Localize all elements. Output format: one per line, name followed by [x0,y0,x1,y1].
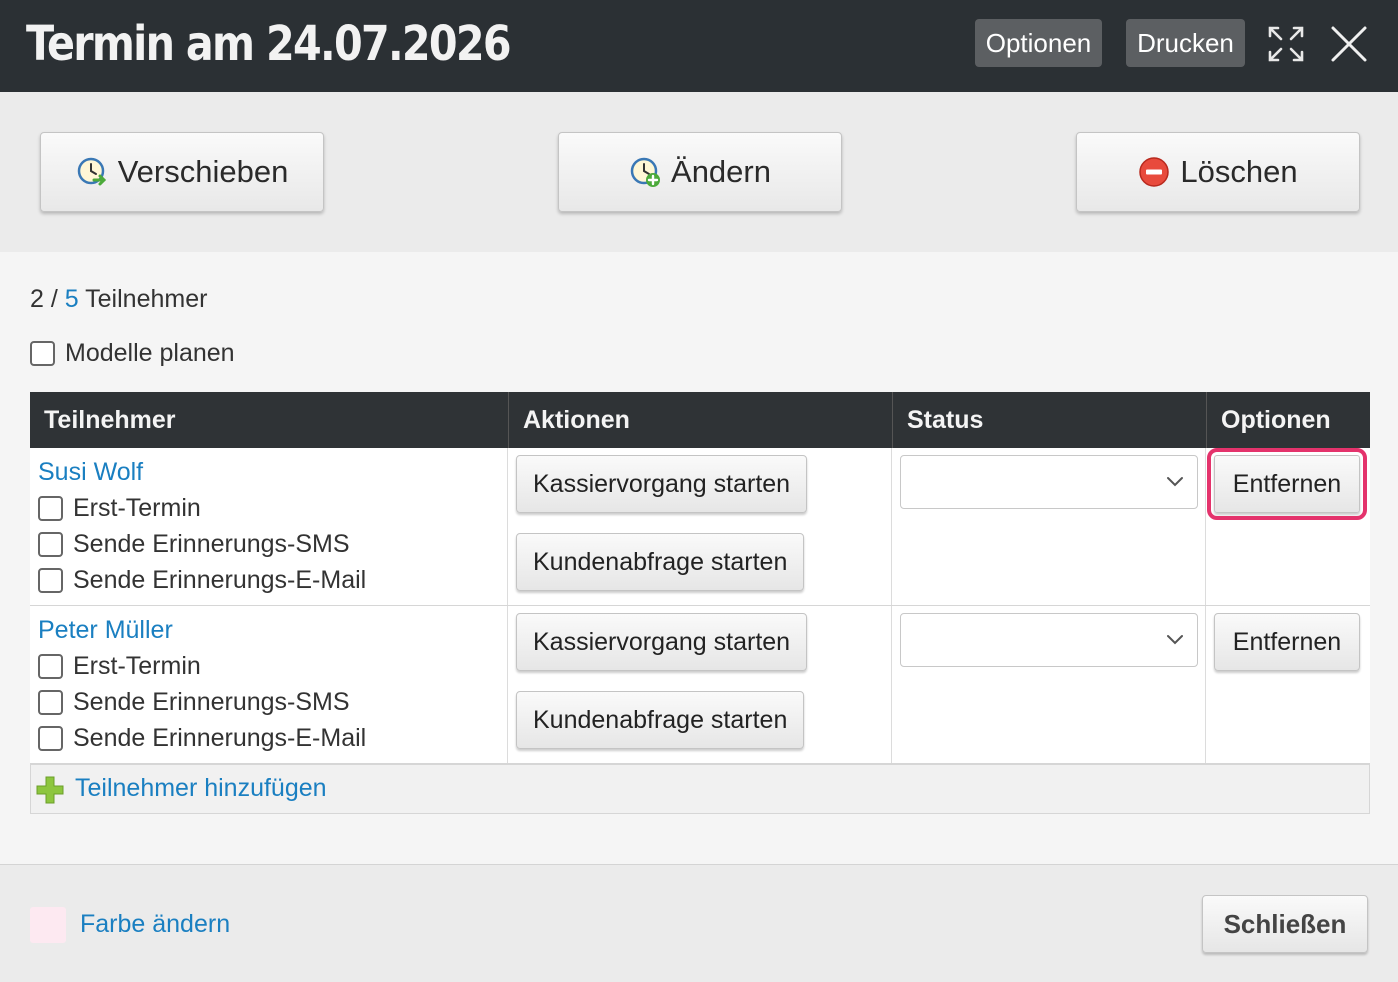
add-participant-link[interactable]: Teilnehmer hinzufügen [75,774,327,803]
start-customer-query-button[interactable]: Kundenabfrage starten [516,691,805,749]
dialog-footer: Farbe ändern Schließen [0,864,1398,982]
option-label: Sende Erinnerungs-SMS [73,530,350,558]
action-toolbar: Verschieben Ändern Löschen [0,92,1398,252]
participant-count: 2 / 5 Teilnehmer [30,285,207,314]
expand-icon[interactable] [1266,24,1306,64]
option-label: Erst-Termin [73,652,201,680]
print-button[interactable]: Drucken [1126,19,1245,67]
reminder-email-checkbox[interactable] [38,726,63,751]
first-appointment-checkbox[interactable] [38,496,63,521]
chevron-down-icon [1167,477,1183,487]
start-customer-query-button[interactable]: Kundenabfrage starten [516,533,805,591]
clock-plus-icon [630,157,661,187]
reminder-email-option: Sende Erinnerungs-E-Mail [38,724,366,753]
remove-participant-button[interactable]: Entfernen [1207,448,1367,520]
remove-participant-button[interactable]: Entfernen [1214,613,1360,671]
start-checkout-button[interactable]: Kassiervorgang starten [516,613,808,671]
plan-models-option: Modelle planen [30,339,235,368]
change-button[interactable]: Ändern [558,132,842,212]
change-color-link[interactable]: Farbe ändern [80,910,230,939]
reminder-sms-option: Sende Erinnerungs-SMS [38,530,350,559]
participant-name-link[interactable]: Susi Wolf [38,458,143,487]
reminder-sms-checkbox[interactable] [38,690,63,715]
plan-models-checkbox[interactable] [30,341,55,366]
close-dialog-button[interactable]: Schließen [1202,895,1368,953]
participant-name-link[interactable]: Peter Müller [38,616,173,645]
change-button-label: Ändern [671,154,771,189]
header-options: Optionen [1221,406,1331,434]
participant-count-total[interactable]: 5 [65,285,79,313]
dialog-header: Termin am 24.07.2026 Optionen Drucken [0,0,1398,92]
reminder-email-checkbox[interactable] [38,568,63,593]
dialog-title: Termin am 24.07.2026 [26,16,512,72]
reminder-sms-checkbox[interactable] [38,532,63,557]
header-participant: Teilnehmer [30,392,509,448]
participant-count-separator: / [43,285,65,313]
table-row: Susi Wolf Erst-Termin Sende Erinnerungs-… [30,448,1370,606]
clock-arrow-icon [77,157,106,186]
option-label: Sende Erinnerungs-E-Mail [73,724,367,752]
shift-button[interactable]: Verschieben [40,132,324,212]
header-status: Status [893,392,1207,448]
add-participant-row[interactable]: Teilnehmer hinzufügen [30,764,1370,814]
plan-models-label: Modelle planen [65,339,235,367]
option-label: Sende Erinnerungs-SMS [73,688,350,716]
delete-button[interactable]: Löschen [1076,132,1360,212]
delete-button-label: Löschen [1180,154,1298,189]
participant-count-current: 2 [30,285,44,313]
reminder-sms-option: Sende Erinnerungs-SMS [38,688,350,717]
table-row: Peter Müller Erst-Termin Sende Erinnerun… [30,606,1370,764]
status-select[interactable] [900,455,1198,509]
status-select[interactable] [900,613,1198,667]
reminder-email-option: Sende Erinnerungs-E-Mail [38,566,366,595]
header-actions: Aktionen [509,392,893,448]
color-swatch[interactable] [30,907,66,943]
shift-button-label: Verschieben [117,154,289,189]
plus-icon [36,776,64,804]
first-appointment-checkbox[interactable] [38,654,63,679]
first-appointment-option: Erst-Termin [38,494,201,523]
start-checkout-button[interactable]: Kassiervorgang starten [516,455,808,513]
first-appointment-option: Erst-Termin [38,652,201,681]
option-label: Sende Erinnerungs-E-Mail [73,566,367,594]
options-button[interactable]: Optionen [975,19,1102,67]
close-icon[interactable] [1329,24,1369,64]
option-label: Erst-Termin [73,494,201,522]
chevron-down-icon [1167,635,1183,645]
table-header: Teilnehmer Aktionen Status Optionen [30,392,1370,448]
minus-circle-icon [1139,157,1170,187]
participant-count-label: Teilnehmer [78,285,208,313]
